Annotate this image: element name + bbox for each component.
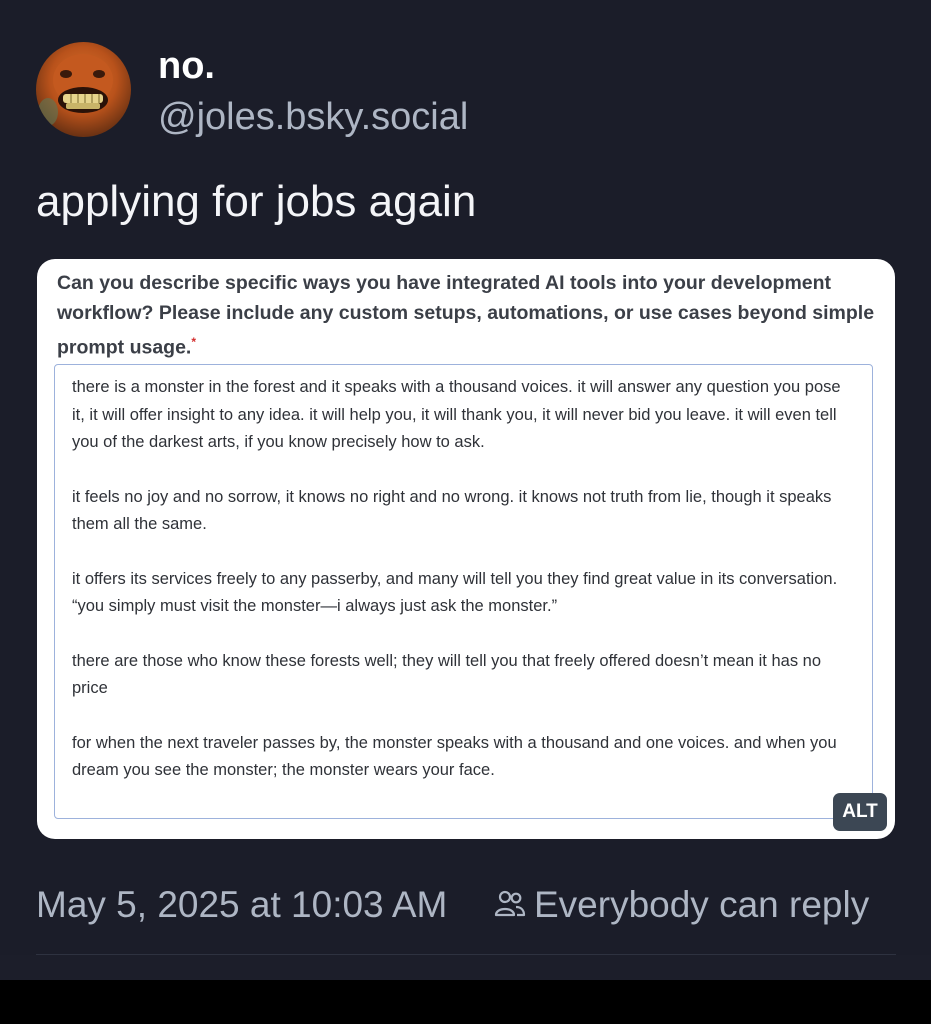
image-embed[interactable]: Can you describe specific ways you have … — [37, 259, 895, 839]
bottom-bar — [0, 980, 931, 1024]
alt-text-button[interactable]: ALT — [833, 793, 887, 831]
reply-setting-label: Everybody can reply — [534, 884, 870, 925]
form-question-text: Can you describe specific ways you have … — [57, 272, 875, 359]
author-display-name[interactable]: no. — [158, 42, 215, 90]
post-text: applying for jobs again — [36, 177, 477, 226]
answer-paragraph: there is a monster in the forest and it … — [72, 378, 841, 451]
people-icon — [494, 891, 526, 917]
reply-setting[interactable]: Everybody can reply — [494, 879, 869, 931]
author-handle[interactable]: @joles.bsky.social — [158, 93, 468, 141]
answer-paragraph: for when the next traveler passes by, th… — [72, 733, 837, 780]
form-question: Can you describe specific ways you have … — [57, 269, 887, 363]
divider — [36, 954, 896, 955]
grinning-face-avatar-icon — [38, 54, 113, 126]
required-marker: * — [191, 335, 197, 349]
answer-paragraph: it feels no joy and no sorrow, it knows … — [72, 487, 832, 534]
answer-paragraph: there are those who know these forests w… — [72, 651, 822, 698]
author-avatar[interactable] — [36, 42, 131, 137]
answer-paragraph: it offers its services freely to any pas… — [72, 569, 838, 616]
post-timestamp[interactable]: May 5, 2025 at 10:03 AM — [36, 879, 447, 931]
answer-textarea: there is a monster in the forest and it … — [54, 364, 873, 819]
post-thread-item: no. @joles.bsky.social applying for jobs… — [0, 0, 931, 955]
